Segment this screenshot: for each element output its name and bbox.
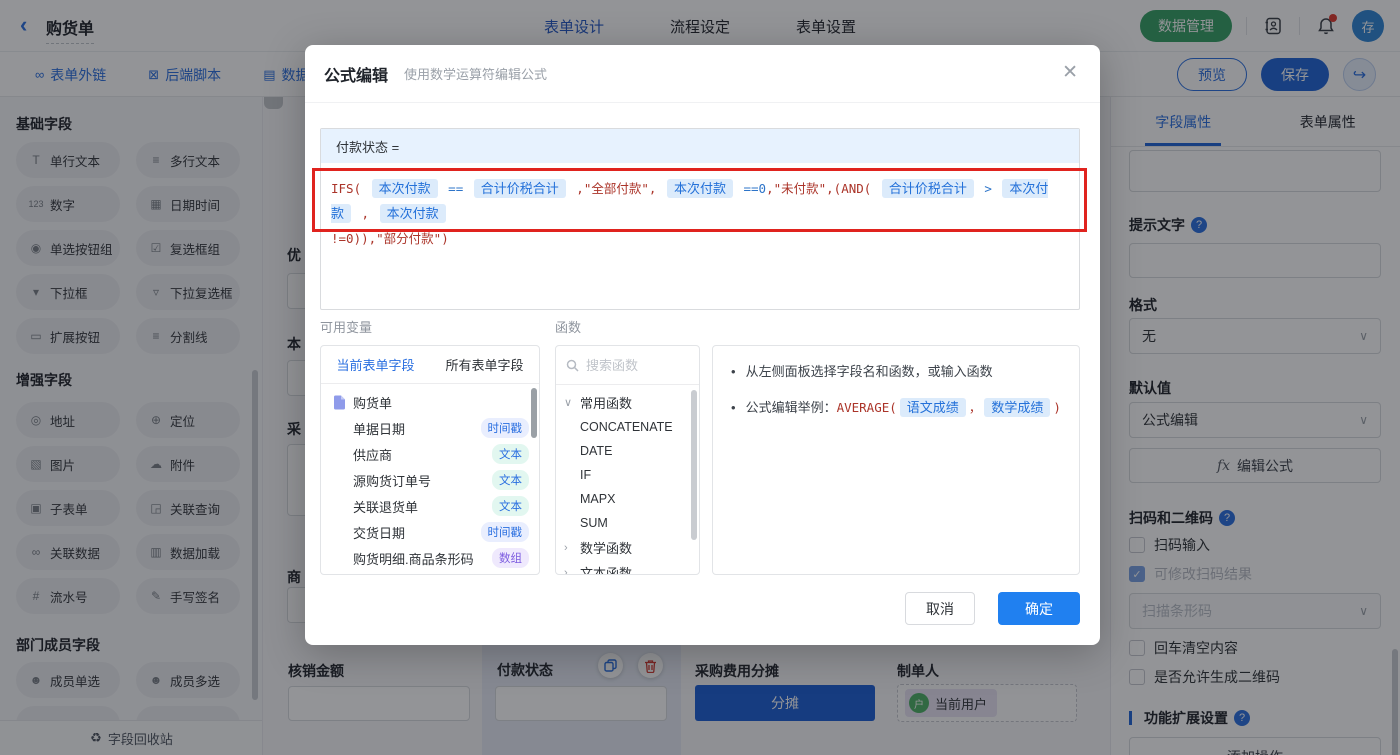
field-chip[interactable]: 合计价税合计	[473, 179, 566, 198]
variables-section-label: 可用变量	[320, 320, 373, 335]
variable-row[interactable]: 单据日期 时间戳	[321, 415, 539, 441]
formula-editor[interactable]: 付款状态 = IFS( 本次付款 == 合计价税合计 ,"全部付款", 本次付款…	[320, 128, 1080, 310]
field-chip[interactable]: 本次付款	[666, 179, 733, 198]
modal-subtitle: 使用数学运算符编辑公式	[404, 67, 548, 82]
function-item[interactable]: CONCATENATE	[556, 415, 699, 439]
bullet-icon: •	[731, 400, 736, 415]
field-chip: 语文成绩	[899, 398, 966, 417]
field-chip[interactable]: 本次付款	[371, 179, 438, 198]
function-group-text[interactable]: › 文本函数	[556, 560, 699, 575]
variable-row[interactable]: 供应商 文本	[321, 441, 539, 467]
variable-row[interactable]: 关联退货单 文本	[321, 493, 539, 519]
type-badge: 时间戳	[480, 418, 529, 438]
chevron-right-icon: ›	[564, 566, 568, 575]
functions-panel: ∨常用函数 CONCATENATE DATE IF MAPX SUM ›数学函数…	[555, 345, 700, 575]
function-item[interactable]: MAPX	[556, 487, 699, 511]
type-badge: 文本	[492, 444, 529, 464]
chevron-down-icon: ∨	[564, 397, 573, 409]
variables-panel: 当前表单字段 所有表单字段 购货单 单据日期 时间戳 供应商 文本 源购货订单号 文本…	[320, 345, 540, 575]
tab-all-form-fields[interactable]: 所有表单字段	[430, 346, 539, 383]
hints-panel: • 从左侧面板选择字段名和函数，或输入函数 • 公式编辑举例：AVERAGE(语…	[712, 345, 1080, 575]
modal-header: 公式编辑 使用数学运算符编辑公式 ✕	[305, 45, 1100, 103]
variable-row[interactable]: 交货日期 时间戳	[321, 519, 539, 545]
function-group-math[interactable]: › 数学函数	[556, 535, 699, 560]
form-root-node[interactable]: 购货单	[321, 384, 539, 415]
document-icon	[334, 395, 345, 410]
variables-scrollbar[interactable]	[531, 388, 537, 438]
function-item[interactable]: SUM	[556, 511, 699, 535]
formula-edit-modal: 公式编辑 使用数学运算符编辑公式 ✕ 付款状态 = IFS( 本次付款 == 合…	[305, 45, 1100, 645]
formula-line-1: IFS( 本次付款 == 合计价税合计 ,"全部付款", 本次付款 ==0,"未…	[331, 179, 1049, 223]
cancel-button[interactable]: 取消	[905, 592, 975, 625]
formula-line-2: !=0)),"部分付款")	[331, 231, 449, 246]
type-badge: 文本	[492, 496, 529, 516]
confirm-button[interactable]: 确定	[998, 592, 1080, 625]
field-chip: 数学成绩	[984, 398, 1051, 417]
hint-line-1: • 从左侧面板选择字段名和函数，或输入函数	[731, 362, 1061, 382]
type-badge: 文本	[492, 470, 529, 490]
field-chip[interactable]: 本次付款	[379, 204, 446, 223]
bullet-icon: •	[731, 364, 736, 379]
modal-title: 公式编辑	[324, 67, 389, 85]
variable-row[interactable]: 购货明细.商品条形码 数组	[321, 545, 539, 571]
function-search[interactable]	[556, 346, 699, 385]
field-chip[interactable]: 合计价税合计	[881, 179, 974, 198]
hint-line-2: • 公式编辑举例：AVERAGE(语文成绩，数学成绩)	[731, 398, 1061, 418]
function-search-input[interactable]	[586, 357, 676, 373]
type-badge: 时间戳	[480, 522, 529, 542]
search-icon	[566, 359, 579, 372]
functions-section-label: 函数	[555, 320, 582, 335]
formula-code[interactable]: IFS( 本次付款 == 合计价税合计 ,"全部付款", 本次付款 ==0,"未…	[321, 163, 1079, 264]
functions-scrollbar[interactable]	[691, 390, 697, 540]
variable-row[interactable]: 源购货订单号 文本	[321, 467, 539, 493]
function-group-common[interactable]: ∨ 常用函数	[556, 390, 699, 415]
tab-current-form-fields[interactable]: 当前表单字段	[321, 346, 430, 383]
type-badge: 数组	[492, 548, 529, 568]
close-icon[interactable]: ✕	[1062, 63, 1078, 82]
chevron-right-icon: ›	[564, 541, 568, 554]
function-item[interactable]: IF	[556, 463, 699, 487]
formula-target: 付款状态 =	[321, 129, 1079, 163]
function-item[interactable]: DATE	[556, 439, 699, 463]
